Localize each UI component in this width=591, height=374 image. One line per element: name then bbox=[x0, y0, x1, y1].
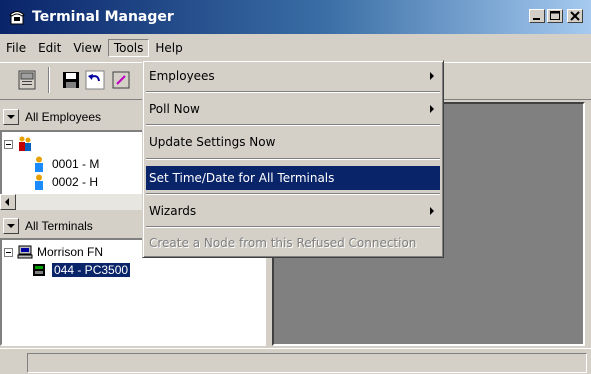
maximize-icon bbox=[550, 11, 560, 20]
tools-menu: Employees Poll Now Update Settings Now S… bbox=[142, 60, 444, 258]
terminals-root-row[interactable]: Morrison FN bbox=[4, 244, 103, 260]
menu-separator bbox=[146, 158, 440, 160]
terminals-group-label: All Terminals bbox=[25, 219, 93, 233]
menu-item-set-time-date[interactable]: Set Time/Date for All Terminals bbox=[146, 166, 440, 190]
scroll-left-button[interactable] bbox=[0, 194, 16, 210]
menu-separator bbox=[146, 124, 440, 126]
person-icon bbox=[35, 156, 43, 172]
chevron-down-icon bbox=[7, 224, 15, 228]
menu-item-poll-now[interactable]: Poll Now bbox=[146, 97, 440, 121]
menu-item-label: Employees bbox=[149, 69, 215, 83]
menu-item-update-settings-now[interactable]: Update Settings Now bbox=[146, 130, 440, 154]
menu-item-label: Set Time/Date for All Terminals bbox=[149, 171, 335, 185]
title-bar[interactable]: Terminal Manager bbox=[0, 0, 591, 34]
collapse-icon[interactable] bbox=[4, 139, 13, 149]
menu-bar: File Edit View Tools Help bbox=[0, 37, 591, 59]
menu-tools[interactable]: Tools bbox=[107, 39, 150, 57]
employees-dropdown-button[interactable] bbox=[3, 109, 19, 125]
menu-item-label: Wizards bbox=[149, 204, 197, 218]
status-panel bbox=[27, 353, 587, 373]
save-icon bbox=[63, 72, 79, 88]
save-button[interactable] bbox=[58, 68, 84, 92]
computer-icon bbox=[17, 245, 33, 259]
chevron-right-icon bbox=[430, 72, 434, 80]
tree-row[interactable]: 044 - PC3500 bbox=[32, 262, 131, 278]
status-bar bbox=[0, 348, 591, 374]
chevron-down-icon bbox=[7, 115, 15, 119]
maximize-button[interactable] bbox=[547, 9, 563, 23]
toolbar-separator bbox=[48, 67, 50, 93]
properties-button[interactable] bbox=[14, 68, 40, 92]
menu-edit[interactable]: Edit bbox=[32, 39, 67, 57]
employee-label: 0002 - H bbox=[52, 175, 99, 189]
people-group-icon bbox=[19, 136, 31, 151]
phone-icon bbox=[8, 8, 26, 26]
undo-icon bbox=[85, 70, 105, 90]
collapse-icon[interactable] bbox=[4, 247, 13, 257]
close-button[interactable] bbox=[567, 9, 583, 23]
poll-icon bbox=[112, 71, 130, 89]
minimize-icon bbox=[533, 18, 540, 20]
minimize-button[interactable] bbox=[529, 9, 545, 23]
employee-label: 0001 - M bbox=[52, 157, 100, 171]
terminal-manager-window: Terminal Manager File Edit View Tools He… bbox=[0, 0, 591, 374]
menu-view[interactable]: View bbox=[67, 39, 107, 57]
properties-icon bbox=[18, 70, 36, 90]
menu-separator bbox=[146, 193, 440, 195]
terminal-label: 044 - PC3500 bbox=[52, 263, 131, 277]
employees-root-row[interactable] bbox=[4, 136, 33, 152]
window-title: Terminal Manager bbox=[32, 9, 174, 25]
tree-row[interactable]: 0001 - M bbox=[32, 156, 99, 172]
terminal-icon bbox=[33, 264, 45, 276]
menu-item-create-node: Create a Node from this Refused Connecti… bbox=[146, 231, 440, 255]
tree-row[interactable]: 0002 - H bbox=[32, 174, 98, 190]
terminal-group-label: Morrison FN bbox=[37, 245, 104, 259]
menu-file[interactable]: File bbox=[0, 39, 32, 57]
menu-item-wizards[interactable]: Wizards bbox=[146, 199, 440, 223]
window-controls bbox=[529, 9, 583, 23]
menu-help[interactable]: Help bbox=[149, 39, 188, 57]
terminals-dropdown-button[interactable] bbox=[3, 218, 19, 234]
undo-button[interactable] bbox=[82, 68, 108, 92]
menu-separator bbox=[146, 91, 440, 93]
menu-item-employees[interactable]: Employees bbox=[146, 64, 440, 88]
person-icon bbox=[35, 174, 43, 190]
poll-button[interactable] bbox=[108, 68, 134, 92]
menu-item-label: Create a Node from this Refused Connecti… bbox=[149, 236, 417, 250]
menu-item-label: Poll Now bbox=[149, 102, 200, 116]
chevron-right-icon bbox=[430, 207, 434, 215]
menu-separator bbox=[146, 226, 440, 228]
menu-item-label: Update Settings Now bbox=[149, 135, 276, 149]
chevron-right-icon bbox=[430, 105, 434, 113]
close-icon bbox=[570, 11, 580, 21]
employees-group-label: All Employees bbox=[25, 110, 102, 124]
